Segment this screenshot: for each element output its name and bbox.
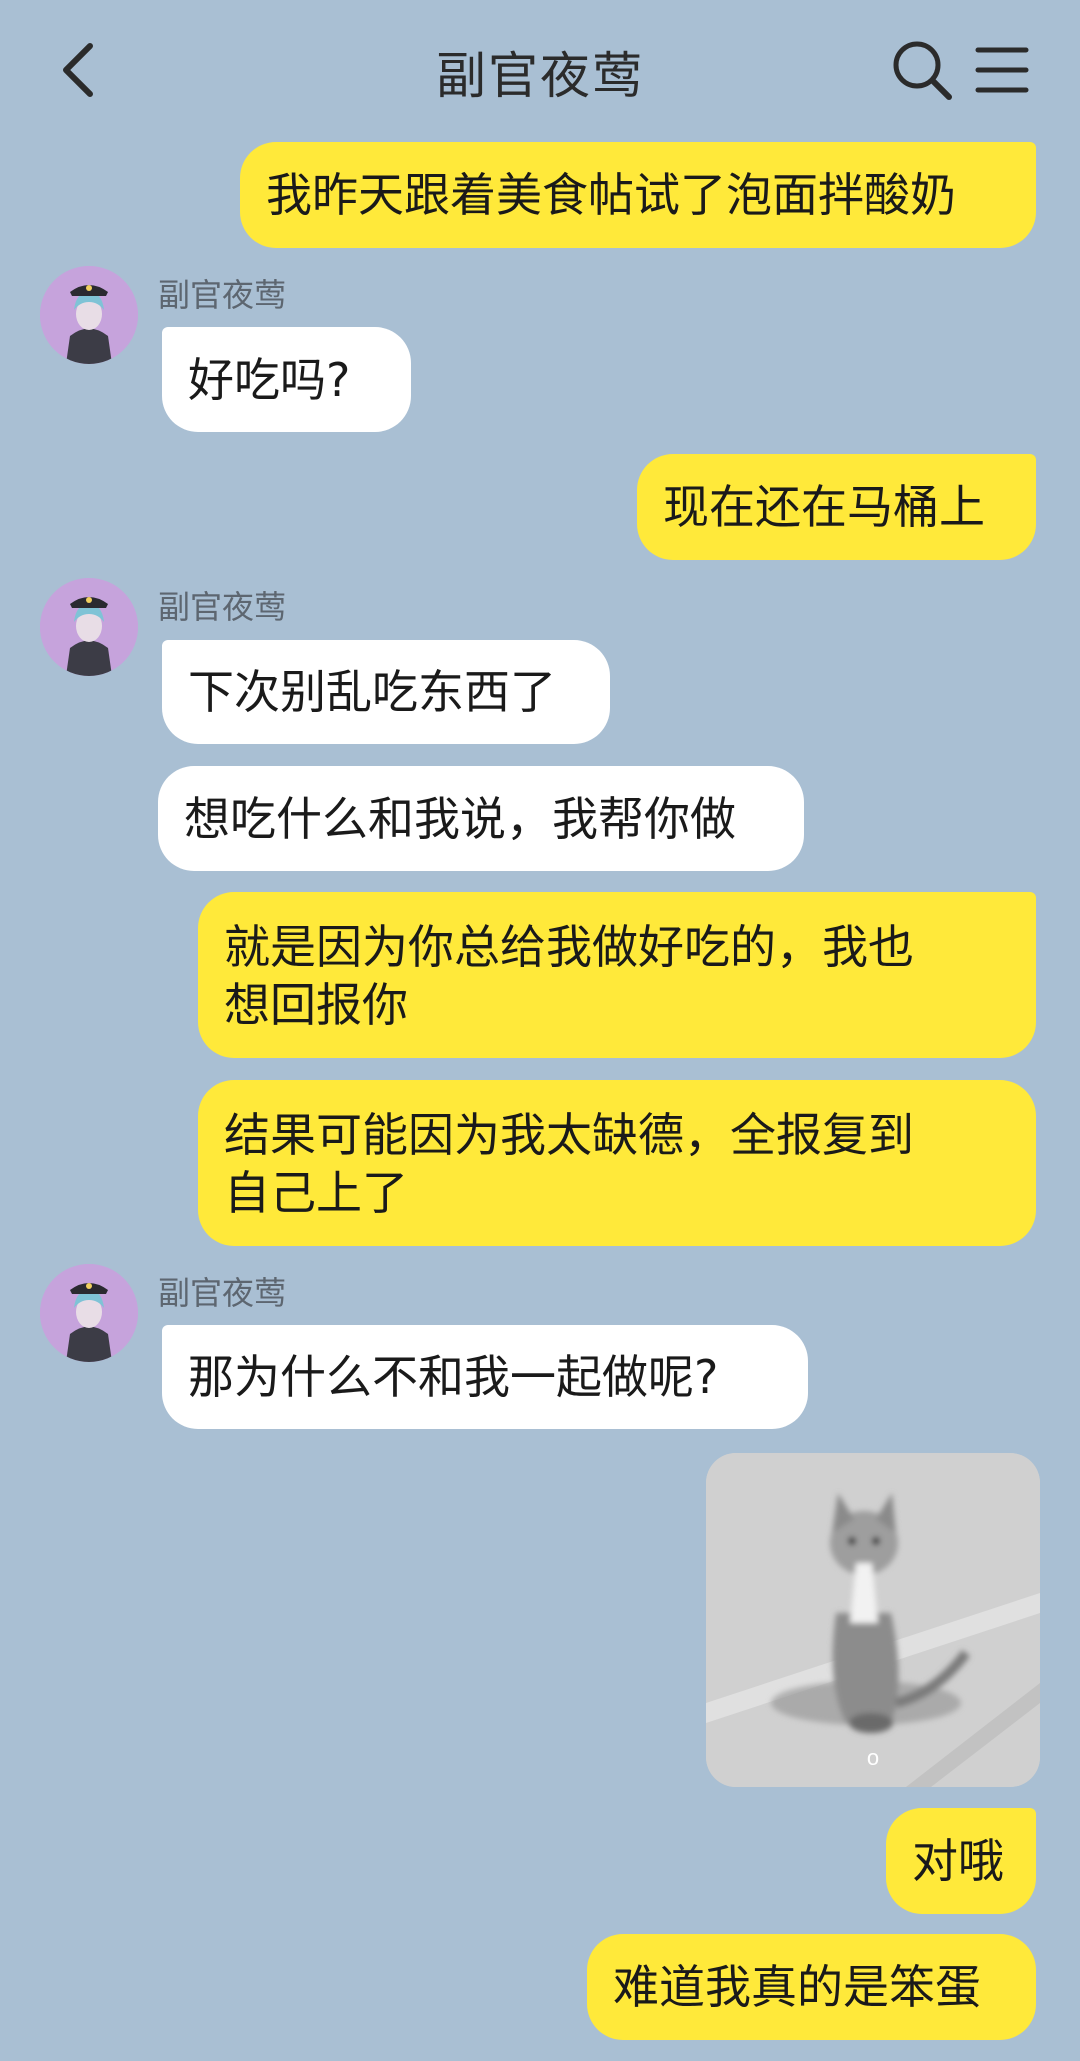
message-text: 想吃什么和我说，我帮你做 xyxy=(184,791,736,846)
message-text: 下次别乱吃东西了 xyxy=(188,665,556,719)
their-message-bubble[interactable]: 那为什么不和我一起做呢? xyxy=(162,1325,808,1429)
message-text: 现在还在马桶上 xyxy=(663,480,985,534)
sender-name: 副官夜莺 xyxy=(158,1274,287,1312)
sender-name: 副官夜莺 xyxy=(158,276,287,314)
sticker-image[interactable]: o xyxy=(706,1453,1040,1787)
my-message-bubble[interactable]: 现在还在马桶上 xyxy=(637,454,1036,560)
their-message-bubble[interactable]: 好吃吗? xyxy=(162,327,411,432)
message-text: 就是因为你总给我做好吃的，我也 想回报你 xyxy=(224,920,914,1032)
search-icon xyxy=(893,41,952,100)
their-message-bubble[interactable]: 下次别乱吃东西了 xyxy=(162,640,610,744)
contact-avatar[interactable] xyxy=(40,266,138,364)
message-text: 好吃吗? xyxy=(188,352,351,407)
avatar-illustration xyxy=(40,266,138,364)
message-text: 难道我真的是笨蛋 xyxy=(613,1960,981,2014)
contact-avatar[interactable] xyxy=(40,1264,138,1362)
my-message-bubble[interactable]: 我昨天跟着美食帖试了泡面拌酸奶 xyxy=(240,142,1036,248)
my-message-bubble[interactable]: 就是因为你总给我做好吃的，我也 想回报你 xyxy=(198,892,1036,1058)
my-message-bubble[interactable]: 对哦 xyxy=(886,1808,1036,1914)
sticker-caption: o xyxy=(867,1745,879,1770)
my-message-bubble[interactable]: 结果可能因为我太缺德，全报复到 自己上了 xyxy=(198,1080,1036,1246)
avatar-illustration xyxy=(40,1264,138,1362)
chat-header: 副官夜莺 xyxy=(0,0,1080,140)
search-button[interactable] xyxy=(890,38,954,102)
contact-avatar[interactable] xyxy=(40,578,138,676)
avatar-illustration xyxy=(40,578,138,676)
my-message-bubble[interactable]: 难道我真的是笨蛋 xyxy=(587,1934,1036,2040)
message-text: 结果可能因为我太缺德，全报复到 自己上了 xyxy=(224,1108,914,1220)
their-message-bubble[interactable]: 想吃什么和我说，我帮你做 xyxy=(158,766,804,871)
menu-button[interactable] xyxy=(972,40,1032,100)
kitten-sticker: o xyxy=(706,1453,1040,1787)
sender-name: 副官夜莺 xyxy=(158,588,287,626)
message-text: 我昨天跟着美食帖试了泡面拌酸奶 xyxy=(266,168,956,222)
message-text: 对哦 xyxy=(912,1834,1004,1888)
menu-icon xyxy=(975,47,1029,93)
message-text: 那为什么不和我一起做呢? xyxy=(188,1350,719,1404)
